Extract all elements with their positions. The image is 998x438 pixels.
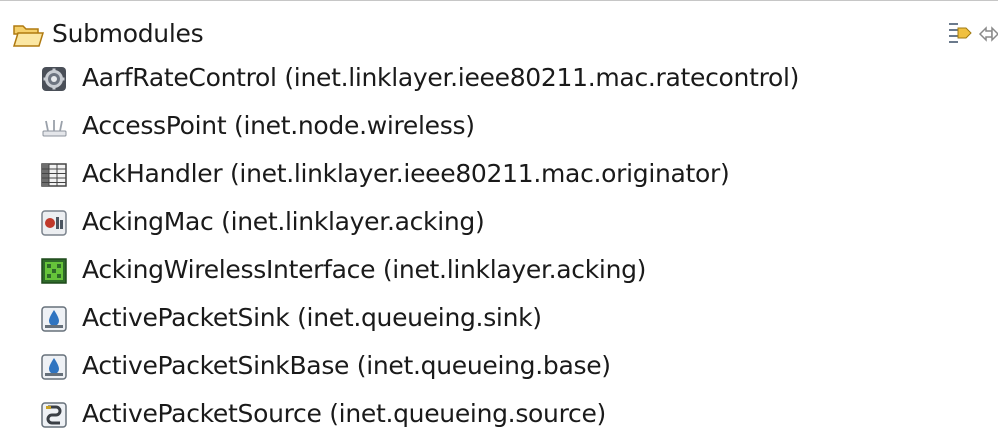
source-icon [41, 402, 67, 428]
list-item-label: AckingWirelessInterface (inet.linklayer.… [82, 255, 647, 284]
sink-icon [41, 306, 67, 332]
folder-open-icon [12, 25, 44, 47]
list-item-label: ActivePacketSinkBase (inet.queueing.base… [82, 351, 611, 380]
list-item[interactable]: AckingWirelessInterface (inet.linklayer.… [0, 247, 998, 295]
access-point-icon [42, 120, 67, 137]
list-item-label: AckHandler (inet.linklayer.ieee80211.mac… [82, 159, 730, 188]
gear-chip-icon [42, 67, 66, 91]
list-item-label: AckingMac (inet.linklayer.acking) [82, 207, 485, 236]
list-item-label: AccessPoint (inet.node.wireless) [82, 111, 475, 140]
link-with-editor-icon[interactable] [978, 26, 998, 42]
sink-icon [41, 354, 67, 380]
submodules-header[interactable]: Submodules [0, 6, 998, 54]
submodules-header-label: Submodules [52, 19, 204, 48]
mac-icon [41, 210, 67, 236]
list-item[interactable]: ActivePacketSink (inet.queueing.sink) [0, 295, 998, 343]
submodules-list: AarfRateControl (inet.linklayer.ieee8021… [0, 55, 998, 438]
table-icon [41, 163, 67, 187]
list-item-label: AarfRateControl (inet.linklayer.ieee8021… [82, 63, 800, 92]
list-item[interactable]: ActivePacketSource (inet.queueing.source… [0, 391, 998, 438]
list-item[interactable]: ActivePacketSinkBase (inet.queueing.base… [0, 343, 998, 391]
list-item[interactable]: AarfRateControl (inet.linklayer.ieee8021… [0, 55, 998, 103]
list-item[interactable]: AccessPoint (inet.node.wireless) [0, 103, 998, 151]
list-item[interactable]: AckingMac (inet.linklayer.acking) [0, 199, 998, 247]
list-item[interactable]: AckHandler (inet.linklayer.ieee80211.mac… [0, 151, 998, 199]
top-separator [0, 0, 998, 1]
wireless-interface-icon [41, 258, 67, 284]
list-item-label: ActivePacketSource (inet.queueing.source… [82, 399, 607, 428]
submodules-panel: Submodules AarfRateControl (inet.linklay… [0, 0, 998, 438]
collapse-all-icon[interactable] [944, 18, 974, 48]
list-item-label: ActivePacketSink (inet.queueing.sink) [82, 303, 542, 332]
